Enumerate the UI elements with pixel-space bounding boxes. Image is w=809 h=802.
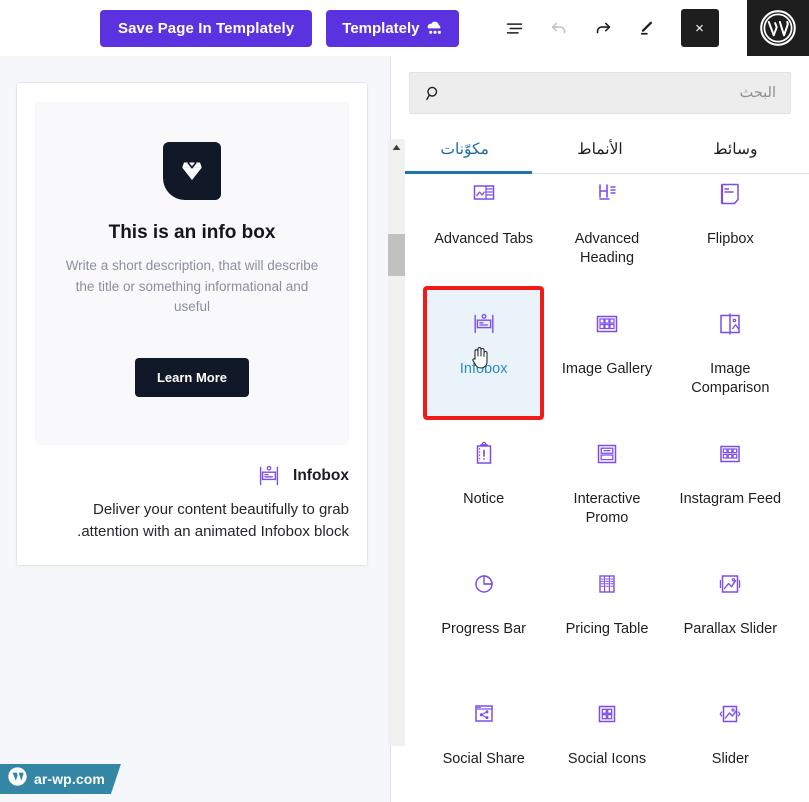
block-tile-label: Progress Bar bbox=[441, 621, 526, 637]
inserter-scrollbar[interactable] bbox=[388, 139, 405, 746]
block-tile-flipbox[interactable]: Flipbox bbox=[672, 174, 789, 288]
block-tile-label: Interactive Promo bbox=[573, 491, 641, 526]
list-view-icon[interactable] bbox=[493, 6, 537, 50]
block-tile-pricing-table[interactable]: Pricing Table bbox=[548, 548, 665, 678]
tab-patterns[interactable]: الأنماط bbox=[532, 130, 667, 173]
block-tile-image-comparison[interactable]: Image Comparison bbox=[672, 288, 789, 418]
advanced-tabs-icon bbox=[468, 174, 500, 216]
advanced-heading-icon bbox=[591, 174, 623, 216]
social-icons-icon bbox=[591, 692, 623, 736]
block-tile-label: Flipbox bbox=[706, 231, 754, 247]
edit-pencil-icon[interactable] bbox=[625, 6, 669, 50]
block-tile-instagram-feed[interactable]: Instagram Feed bbox=[672, 418, 789, 548]
block-tile-label: Image Comparison bbox=[691, 361, 770, 396]
block-tile-social-share[interactable]: Social Share bbox=[425, 678, 542, 772]
block-tile-label: Advanced Heading bbox=[574, 231, 640, 266]
block-tile-advanced-heading[interactable]: Advanced Heading bbox=[548, 174, 665, 288]
infobox-demo-description: Write a short description, that will des… bbox=[65, 258, 319, 315]
scroll-up-arrow-icon[interactable] bbox=[388, 139, 405, 156]
undo-icon[interactable] bbox=[537, 6, 581, 50]
tab-blocks[interactable]: مكوّنات bbox=[397, 130, 533, 174]
blocks-grid-scroll: Flipbox Advanced Heading Advanced Tabs I… bbox=[391, 174, 809, 772]
app-root: Save Page In Templately Templately × Thi… bbox=[0, 0, 809, 802]
block-tile-label: Pricing Table bbox=[565, 621, 649, 637]
block-inserter-panel: مكوّنات الأنماط وسائط Flipbox bbox=[390, 56, 809, 802]
search-section bbox=[391, 56, 809, 114]
block-meta: Infobox Deliver your content beautifully… bbox=[35, 445, 349, 543]
infobox-icon bbox=[255, 462, 283, 490]
interactive-promo-icon bbox=[591, 432, 623, 476]
redo-icon[interactable] bbox=[581, 6, 625, 50]
image-comparison-icon bbox=[714, 302, 746, 346]
block-tile-label: Advanced Tabs bbox=[434, 231, 534, 247]
mouse-cursor-hand-icon bbox=[470, 344, 492, 370]
block-tile-social-icons[interactable]: Social Icons bbox=[548, 678, 665, 772]
social-share-icon bbox=[468, 692, 500, 736]
block-meta-header: Infobox bbox=[35, 462, 349, 490]
block-tile-label: Image Gallery bbox=[561, 361, 653, 377]
block-tile-advanced-tabs[interactable]: Advanced Tabs bbox=[425, 174, 542, 288]
block-tile-label: Instagram Feed bbox=[679, 491, 782, 507]
ar-wp-logo-icon bbox=[7, 766, 28, 792]
instagram-feed-icon bbox=[714, 432, 746, 476]
blocks-grid: Flipbox Advanced Heading Advanced Tabs I… bbox=[422, 174, 789, 772]
diamond-icon bbox=[163, 142, 221, 200]
top-toolbar: Save Page In Templately Templately × bbox=[0, 0, 809, 56]
save-page-in-templately-button[interactable]: Save Page In Templately bbox=[100, 9, 313, 47]
block-tile-label: Parallax Slider bbox=[683, 621, 778, 637]
block-preview-panel: This is an info box Write a short descri… bbox=[0, 56, 390, 802]
block-tile-label: Social Share bbox=[442, 751, 525, 767]
search-input[interactable] bbox=[455, 73, 790, 113]
slider-icon bbox=[714, 692, 746, 736]
infobox-icon bbox=[468, 302, 500, 346]
block-tile-label: Social Icons bbox=[567, 751, 647, 767]
block-tile-label: Notice bbox=[463, 491, 505, 507]
tab-media[interactable]: وسائط bbox=[668, 130, 803, 173]
editor-tool-icons bbox=[493, 6, 669, 50]
infobox-demo: This is an info box Write a short descri… bbox=[35, 102, 349, 445]
notice-icon bbox=[468, 432, 500, 476]
templately-button[interactable]: Templately bbox=[326, 9, 459, 47]
templately-button-label: Templately bbox=[342, 19, 420, 37]
block-tile-notice[interactable]: Notice bbox=[425, 418, 542, 548]
flipbox-icon bbox=[714, 174, 746, 216]
close-button[interactable]: × bbox=[680, 9, 719, 47]
block-tile-parallax-slider[interactable]: Parallax Slider bbox=[672, 548, 789, 678]
wordpress-icon[interactable] bbox=[747, 0, 809, 56]
block-tile-infobox[interactable]: Infobox bbox=[422, 286, 545, 420]
ar-wp-watermark-label: ar-wp.com bbox=[34, 771, 105, 787]
inserter-tabs: مكوّنات الأنماط وسائط bbox=[391, 130, 809, 174]
progress-bar-icon bbox=[468, 562, 500, 606]
block-meta-title: Infobox bbox=[293, 466, 349, 484]
pricing-table-icon bbox=[591, 562, 623, 606]
image-gallery-icon bbox=[591, 302, 623, 346]
infobox-demo-title: This is an info box bbox=[108, 222, 276, 243]
block-tile-progress-bar[interactable]: Progress Bar bbox=[425, 548, 542, 678]
learn-more-button[interactable]: Learn More bbox=[134, 357, 250, 397]
block-tile-interactive-promo[interactable]: Interactive Promo bbox=[548, 418, 665, 548]
block-tile-image-gallery[interactable]: Image Gallery bbox=[548, 288, 665, 418]
parallax-slider-icon bbox=[714, 562, 746, 606]
block-tile-slider[interactable]: Slider bbox=[672, 678, 789, 772]
toolbar-left-spacer bbox=[0, 28, 100, 29]
block-tile-label: Slider bbox=[711, 751, 749, 767]
preview-card: This is an info box Write a short descri… bbox=[16, 82, 368, 566]
search-icon bbox=[410, 84, 455, 103]
templately-cloud-icon bbox=[423, 18, 445, 40]
search-box[interactable] bbox=[409, 72, 791, 114]
block-meta-description: Deliver your content beautifully to grab… bbox=[77, 500, 349, 540]
ar-wp-watermark-badge: ar-wp.com bbox=[0, 764, 121, 794]
scrollbar-thumb[interactable] bbox=[388, 234, 405, 276]
